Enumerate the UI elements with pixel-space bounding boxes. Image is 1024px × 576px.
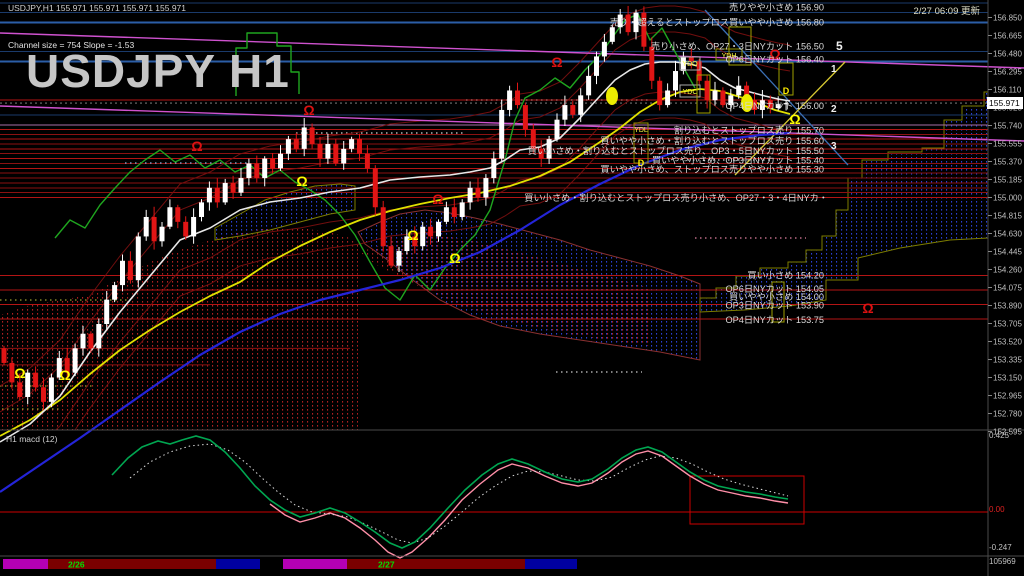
price-annotation: 買い小さめ・割り込むとストップロス売り、OP3・5日NYカット 155.50 [528,145,824,156]
price-axis-label: 152.965 [993,392,1022,401]
price-axis-label: 154.815 [993,212,1022,221]
trading-chart-window: Ω Ω Ω Ω Ω Ω Ω Ω Ω Ω Ω Ω YDO YDC YDH YDL D D 5 1 2 3 売りやや小さめ 15… [0,0,1024,576]
omega-marker-yellow: Ω [407,227,418,243]
session-date-label: 2/26 [68,560,85,570]
macd-axis-zero: 0.00 [989,505,1005,514]
session-segment [525,559,577,569]
yellow-oval-marker [606,87,618,105]
wave-count-label: 2 [831,104,837,115]
price-axis-label: 156.665 [993,32,1022,41]
session-segment [283,559,347,569]
omega-marker-yellow: Ω [59,367,70,383]
omega-marker-yellow: Ω [449,250,460,266]
price-axis-label: 156.480 [993,50,1022,59]
macd-highlight-box [689,475,805,525]
current-price-tag: 155.971 [987,97,1023,109]
omega-marker-red: Ω [191,138,202,154]
price-annotation: OP4日NYカット 153.75 [725,315,824,325]
price-axis-label: 153.890 [993,302,1022,311]
corner-value: 105969 [989,557,1016,566]
price-axis-label: 155.740 [993,122,1022,131]
price-annotation: 買いやや小さめ・割り込むとストップロス売り 155.60 [600,135,824,146]
regression-channel-lower [0,105,1024,142]
price-axis-label: 156.110 [993,86,1022,95]
macd-axis-min: -0.247 [989,543,1012,552]
macd-axis-max: 0.425 [989,431,1010,440]
price-axis-label: 153.705 [993,320,1022,329]
price-axis-label: 156.850 [993,14,1022,23]
macd-signal-line [129,443,789,544]
price-axis-label: 156.295 [993,68,1022,77]
price-annotation: 割り込むとストップロス売り 155.70 [674,124,824,135]
price-axis-label: 154.075 [993,284,1022,293]
wave-count-label: 1 [831,64,837,75]
price-axis-label: 153.335 [993,356,1022,365]
price-annotation: 買い小さめ・割り込むとストップロス売り小さめ、OP27・3・4日NYカ・ [524,192,828,203]
level-chip-label: YDL [634,127,648,134]
session-segment [3,559,48,569]
price-axis-label: 155.185 [993,176,1022,185]
price-axis-label: 154.260 [993,266,1022,275]
omega-marker-red: Ω [303,102,314,118]
price-annotation: 売り小さめ、OP27・3日NYカット 156.50 [651,41,824,52]
price-axis-label: 155.555 [993,140,1022,149]
price-annotation: OP4日NYカット 156.00 [725,101,824,111]
session-bar: 2/26 2/27 [0,555,1024,570]
macd-indicator-label: H1 macd (12) [6,434,58,444]
omega-marker-red: Ω [551,54,562,70]
price-axis[interactable]: 156.850 156.665 156.480 156.295 156.110 155.9… [987,0,1022,576]
level-chip-label: YDC [683,89,698,96]
session-date-label: 2/27 [378,560,395,570]
omega-marker-yellow: Ω [296,173,307,189]
price-axis-label: 154.445 [993,248,1022,257]
price-annotation: OP3日NYカット 153.90 [725,301,824,311]
session-segment [347,559,525,569]
price-axis-label: 153.150 [993,374,1022,383]
letter-marker: D [783,86,790,96]
price-annotation: 売り・超えるとストップロス買いやや小さめ 156.80 [610,16,824,27]
macd-panel[interactable] [0,429,1024,559]
wave-count-label: 3 [831,141,837,152]
session-segment [216,559,260,569]
price-axis-label: 155.370 [993,158,1022,167]
price-axis-label: 152.780 [993,410,1022,419]
chart-watermark: USDJPY H1 [26,45,290,97]
price-axis-label: 154.630 [993,230,1022,239]
symbol-ohlc-info: USDJPY,H1 155.971 155.971 155.971 155.97… [8,3,187,13]
price-axis-label: 153.520 [993,338,1022,347]
price-annotation: 買い小さめ 154.20 [747,270,824,280]
macd-pink-line [269,450,789,559]
price-annotation: OP6日NYカット 156.40 [725,54,824,64]
price-annotation: 買いやや小さめ、ストップロス売りやや小さめ 155.30 [600,163,824,174]
macd-main-line [111,435,789,549]
updated-timestamp: 2/27 06:09 更新 [913,6,980,17]
omega-marker-red: Ω [432,191,443,207]
price-annotation: 売りやや小さめ 156.90 [729,2,824,13]
omega-marker-red: Ω [862,300,873,316]
price-axis-label: 155.000 [993,194,1022,203]
level-chip-label: YDO [682,61,698,68]
omega-marker-yellow: Ω [14,365,25,381]
wave-count-label: 5 [836,39,843,53]
